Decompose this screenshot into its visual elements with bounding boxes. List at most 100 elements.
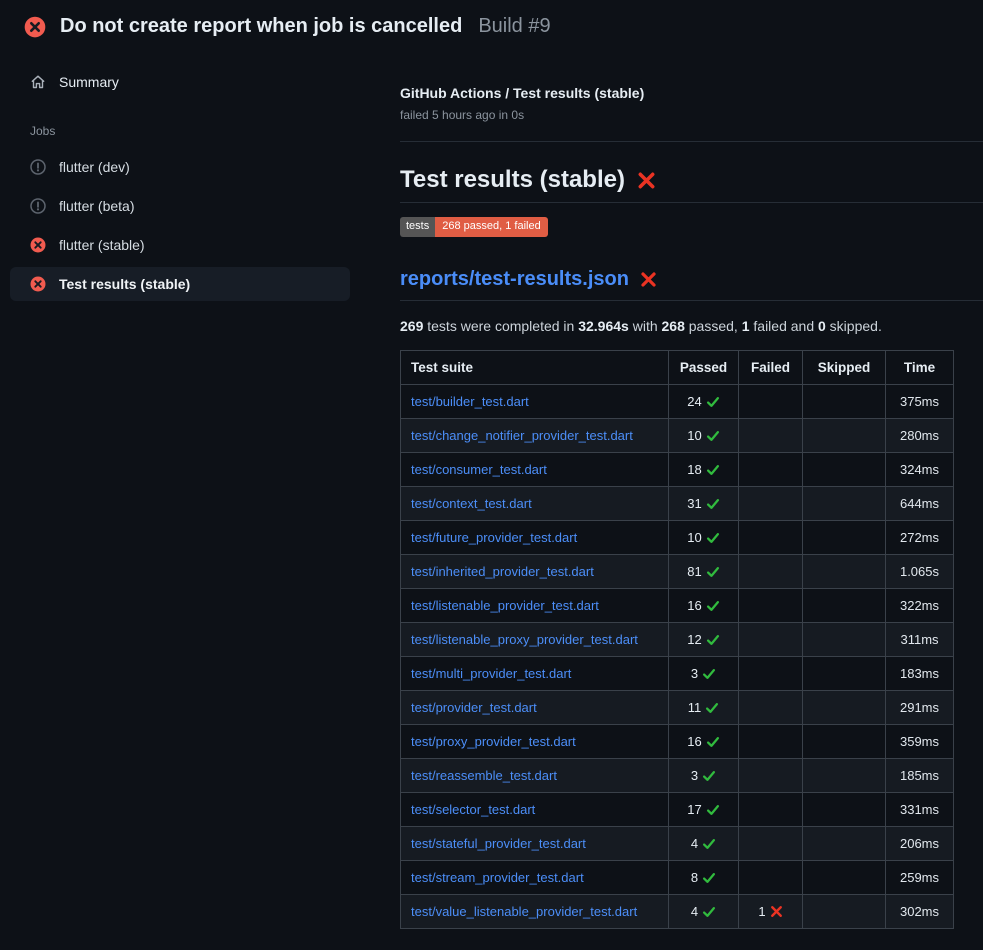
skipped-cell	[803, 555, 886, 589]
check-icon	[706, 531, 720, 545]
passed-wrap: 18	[687, 462, 719, 477]
failed-cell	[739, 623, 803, 657]
suite-link[interactable]: test/builder_test.dart	[411, 394, 529, 409]
summary-part: 268	[662, 318, 685, 334]
suite-link[interactable]: test/future_provider_test.dart	[411, 530, 577, 545]
suite-link[interactable]: test/stateful_provider_test.dart	[411, 836, 586, 851]
passed-cell: 12	[669, 623, 739, 657]
passed-wrap: 11	[688, 700, 720, 715]
sidebar-job-item[interactable]: flutter (dev)	[10, 150, 350, 184]
skipped-cell	[803, 453, 886, 487]
tests-badge-value: 268 passed, 1 failed	[435, 217, 547, 237]
passed-cell: 16	[669, 589, 739, 623]
col-header-failed: Failed	[739, 351, 803, 385]
summary-part: passed,	[685, 318, 742, 334]
skipped-cell	[803, 487, 886, 521]
suite-link[interactable]: test/selector_test.dart	[411, 802, 535, 817]
suite-link[interactable]: test/value_listenable_provider_test.dart	[411, 904, 637, 919]
suite-link[interactable]: test/provider_test.dart	[411, 700, 537, 715]
table-row: test/future_provider_test.dart 10	[401, 521, 954, 555]
skipped-cell	[803, 521, 886, 555]
jobs-list: flutter (dev) flutter (beta) flutter (st…	[0, 150, 360, 301]
section-heading-text: Test results (stable)	[400, 166, 625, 194]
passed-wrap: 31	[687, 496, 719, 511]
failed-cell	[739, 657, 803, 691]
passed-wrap: 16	[687, 734, 719, 749]
suite-link[interactable]: test/listenable_provider_test.dart	[411, 598, 599, 613]
table-row: test/reassemble_test.dart 3	[401, 759, 954, 793]
sidebar-job-item[interactable]: flutter (stable)	[10, 228, 350, 262]
passed-wrap: 17	[687, 802, 719, 817]
failed-cell: 1	[739, 895, 803, 929]
table-row: test/inherited_provider_test.dart 81	[401, 555, 954, 589]
suite-link[interactable]: test/inherited_provider_test.dart	[411, 564, 594, 579]
table-row: test/selector_test.dart 17	[401, 793, 954, 827]
summary-part: 1	[742, 318, 750, 334]
passed-count: 10	[687, 530, 701, 545]
table-header-row: Test suite Passed Failed Skipped Time	[401, 351, 954, 385]
passed-cell: 81	[669, 555, 739, 589]
time-cell: 280ms	[886, 419, 954, 453]
summary-part: skipped.	[826, 318, 882, 334]
time-cell: 331ms	[886, 793, 954, 827]
skipped-cell	[803, 827, 886, 861]
suite-link[interactable]: test/context_test.dart	[411, 496, 532, 511]
time-cell: 185ms	[886, 759, 954, 793]
time-cell: 259ms	[886, 861, 954, 895]
suite-link[interactable]: test/change_notifier_provider_test.dart	[411, 428, 633, 443]
passed-count: 3	[691, 768, 698, 783]
skipped-cell	[803, 419, 886, 453]
passed-wrap: 24	[687, 394, 719, 409]
skipped-cell	[803, 385, 886, 419]
time-cell: 644ms	[886, 487, 954, 521]
failed-cell	[739, 521, 803, 555]
passed-count: 11	[688, 700, 702, 715]
passed-wrap: 16	[687, 598, 719, 613]
suite-link[interactable]: test/consumer_test.dart	[411, 462, 547, 477]
passed-count: 16	[687, 598, 701, 613]
passed-wrap: 10	[687, 530, 719, 545]
sidebar-job-item[interactable]: flutter (beta)	[10, 189, 350, 223]
table-row: test/listenable_provider_test.dart 16	[401, 589, 954, 623]
suite-link[interactable]: test/proxy_provider_test.dart	[411, 734, 576, 749]
sidebar-job-label: flutter (dev)	[59, 159, 130, 175]
failed-cell	[739, 759, 803, 793]
suite-link[interactable]: test/multi_provider_test.dart	[411, 666, 571, 681]
summary-part: tests were completed in	[423, 318, 578, 334]
check-icon	[702, 769, 716, 783]
passed-count: 10	[687, 428, 701, 443]
skipped-cell	[803, 861, 886, 895]
col-header-passed: Passed	[669, 351, 739, 385]
report-file-link[interactable]: reports/test-results.json	[400, 268, 629, 291]
passed-cell: 16	[669, 725, 739, 759]
table-row: test/consumer_test.dart 18	[401, 453, 954, 487]
sidebar-item-summary[interactable]: Summary	[10, 65, 350, 99]
check-icon	[702, 837, 716, 851]
sidebar: Summary Jobs flutter (dev) flutter (beta…	[0, 47, 360, 306]
skipped-cell	[803, 895, 886, 929]
passed-count: 18	[687, 462, 701, 477]
sidebar-job-item[interactable]: Test results (stable)	[10, 267, 350, 301]
breadcrumb: GitHub Actions / Test results (stable)	[400, 85, 983, 101]
check-icon	[706, 599, 720, 613]
check-icon	[706, 735, 720, 749]
check-icon	[706, 803, 720, 817]
failed-cell	[739, 487, 803, 521]
table-row: test/provider_test.dart 11	[401, 691, 954, 725]
time-cell: 324ms	[886, 453, 954, 487]
home-icon	[30, 74, 46, 90]
passed-count: 24	[687, 394, 701, 409]
passed-count: 12	[687, 632, 701, 647]
sidebar-job-label: flutter (stable)	[59, 237, 145, 253]
failed-cell	[739, 861, 803, 895]
skipped-cell	[803, 793, 886, 827]
jobs-section-label: Jobs	[0, 99, 360, 150]
suite-link[interactable]: test/stream_provider_test.dart	[411, 870, 584, 885]
failed-cell	[739, 827, 803, 861]
passed-wrap: 3	[691, 666, 716, 681]
check-icon	[706, 463, 720, 477]
suite-link[interactable]: test/reassemble_test.dart	[411, 768, 557, 783]
suite-link[interactable]: test/listenable_proxy_provider_test.dart	[411, 632, 638, 647]
failed-cell	[739, 589, 803, 623]
tests-summary-text: 269 tests were completed in 32.964s with…	[400, 318, 983, 334]
